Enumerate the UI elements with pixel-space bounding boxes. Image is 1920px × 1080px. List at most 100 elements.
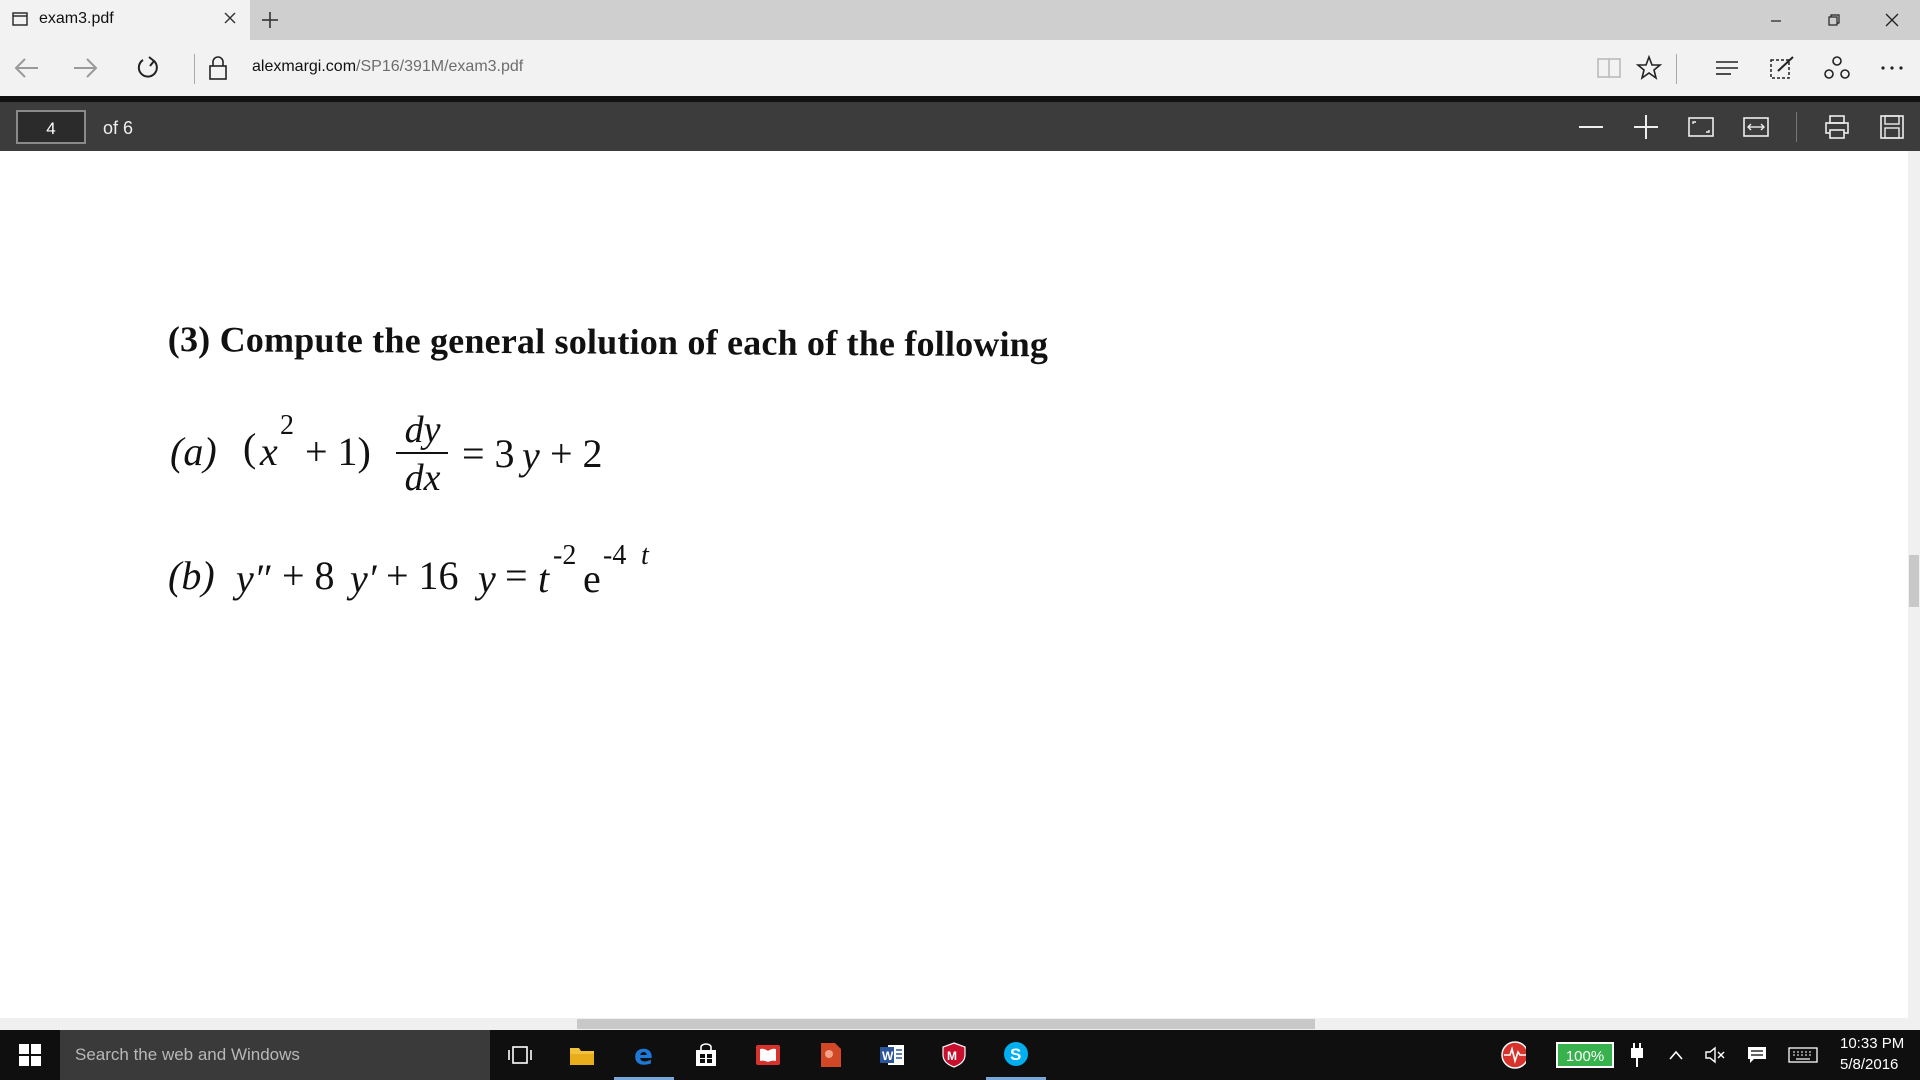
fraction-bar <box>396 452 448 454</box>
mcafee-shield-icon: M <box>942 1042 966 1068</box>
fraction-numerator: dy <box>404 409 441 451</box>
refresh-icon <box>137 56 158 78</box>
hub-icon <box>1716 61 1738 75</box>
svg-text:W: W <box>882 1049 894 1063</box>
plus-two: + 2 <box>550 431 603 476</box>
plus-8: + 8 <box>282 553 335 598</box>
horizontal-scroll-thumb[interactable] <box>577 1019 1315 1029</box>
save-button[interactable] <box>1872 110 1912 144</box>
new-tab-icon[interactable] <box>260 10 280 30</box>
web-note-button[interactable] <box>1766 52 1798 84</box>
y-prime: y′ <box>350 556 377 601</box>
taskbar-store[interactable] <box>676 1030 736 1080</box>
task-view-button[interactable] <box>490 1030 550 1080</box>
restore-button[interactable] <box>1806 0 1862 40</box>
folder-icon <box>570 1048 594 1065</box>
zoom-out-button[interactable] <box>1571 110 1611 144</box>
taskbar-word[interactable]: W <box>862 1030 922 1080</box>
clock-time[interactable]: 10:33 PM <box>1840 1035 1904 1052</box>
minimize-icon <box>1771 20 1781 22</box>
chevron-up-icon <box>1669 1050 1683 1060</box>
equals-3: = 3 <box>462 431 515 476</box>
equals-sign: = <box>505 553 528 598</box>
part-a-label: (a) <box>170 429 217 474</box>
back-arrow-icon <box>14 58 38 78</box>
fit-width-button[interactable] <box>1736 110 1776 144</box>
taskbar-file-explorer[interactable] <box>552 1030 612 1080</box>
edge-icon: e <box>634 1040 653 1068</box>
touch-keyboard-button[interactable] <box>1787 1042 1819 1068</box>
tab-exam3[interactable]: exam3.pdf <box>0 0 250 40</box>
pdf-toolbar: 4 of 6 <box>0 96 1920 151</box>
battery-indicator[interactable]: 100% <box>1556 1042 1614 1068</box>
zoom-in-button[interactable] <box>1626 110 1666 144</box>
hub-button[interactable] <box>1711 52 1743 84</box>
minimize-button[interactable] <box>1748 0 1804 40</box>
more-button[interactable] <box>1876 52 1908 84</box>
star-icon <box>1635 54 1663 80</box>
taskbar: Search the web and Windows e W M S 100% … <box>0 1030 1920 1080</box>
address-bar: alexmargi.com/SP16/391M/exam3.pdf <box>0 40 1920 96</box>
plus-16: + 16 <box>386 553 459 598</box>
url-field[interactable]: alexmargi.com/SP16/391M/exam3.pdf <box>252 58 523 76</box>
notification-icon <box>1748 1047 1766 1063</box>
start-button[interactable] <box>0 1030 60 1080</box>
e-exponent: -4 <box>603 540 627 571</box>
reader-book-icon <box>756 1045 780 1065</box>
svg-text:e: e <box>634 1040 653 1068</box>
var-y: y <box>478 556 496 601</box>
close-window-button[interactable] <box>1864 0 1920 40</box>
close-icon <box>1885 13 1899 27</box>
fit-page-icon <box>1688 117 1714 137</box>
plus-icon <box>1634 115 1658 139</box>
svg-text:S: S <box>1010 1045 1021 1064</box>
page-number-input[interactable]: 4 <box>16 110 86 144</box>
divider <box>1796 112 1797 142</box>
part-b-label: (b) <box>168 553 215 598</box>
taskbar-edge[interactable]: e <box>614 1030 674 1080</box>
euler-e: e <box>583 556 601 601</box>
share-button[interactable] <box>1821 52 1853 84</box>
plus-one: + 1) <box>305 429 371 474</box>
favorite-button[interactable] <box>1633 52 1665 84</box>
reading-view-button[interactable] <box>1593 52 1625 84</box>
show-hidden-icons-button[interactable] <box>1663 1042 1689 1068</box>
tab-strip: exam3.pdf <box>0 0 1920 40</box>
lock-icon <box>209 56 227 80</box>
var-t: t <box>538 556 550 601</box>
presentation-icon <box>821 1043 841 1067</box>
t-exponent: -2 <box>553 540 577 571</box>
pen-note-icon <box>1770 56 1794 79</box>
volume-tray[interactable] <box>1702 1042 1728 1068</box>
taskbar-reader[interactable] <box>738 1030 798 1080</box>
keyboard-icon <box>1788 1047 1818 1063</box>
taskbar-mcafee[interactable]: M <box>924 1030 984 1080</box>
var-y: y <box>522 433 540 478</box>
url-path: /SP16/391M/exam3.pdf <box>356 58 524 75</box>
forward-button[interactable] <box>70 52 102 84</box>
close-tab-icon[interactable] <box>222 10 238 26</box>
refresh-button[interactable] <box>132 52 164 84</box>
question-heading: (3) Compute the general solution of each… <box>167 318 1049 365</box>
print-button[interactable] <box>1817 110 1857 144</box>
fit-width-icon <box>1743 117 1769 137</box>
y-double-prime: y″ <box>236 556 271 601</box>
action-center-button[interactable] <box>1744 1042 1770 1068</box>
power-plug-tray[interactable] <box>1624 1042 1650 1068</box>
skype-icon: S <box>1004 1041 1028 1066</box>
health-monitor-tray[interactable] <box>1500 1041 1526 1069</box>
taskbar-skype[interactable]: S <box>986 1030 1046 1080</box>
back-button[interactable] <box>10 52 42 84</box>
word-icon: W <box>880 1045 904 1065</box>
taskbar-powerpoint[interactable] <box>800 1030 860 1080</box>
clock-date[interactable]: 5/8/2016 <box>1840 1056 1898 1073</box>
printer-icon <box>1825 115 1849 139</box>
task-view-icon <box>508 1046 532 1064</box>
divider <box>1676 54 1677 84</box>
vertical-scroll-thumb[interactable] <box>1909 555 1919 607</box>
svg-text:M: M <box>947 1049 957 1063</box>
page-count-label: of 6 <box>103 118 134 138</box>
search-placeholder: Search the web and Windows <box>75 1045 300 1064</box>
more-dots-icon <box>1881 66 1903 70</box>
fit-page-button[interactable] <box>1681 110 1721 144</box>
